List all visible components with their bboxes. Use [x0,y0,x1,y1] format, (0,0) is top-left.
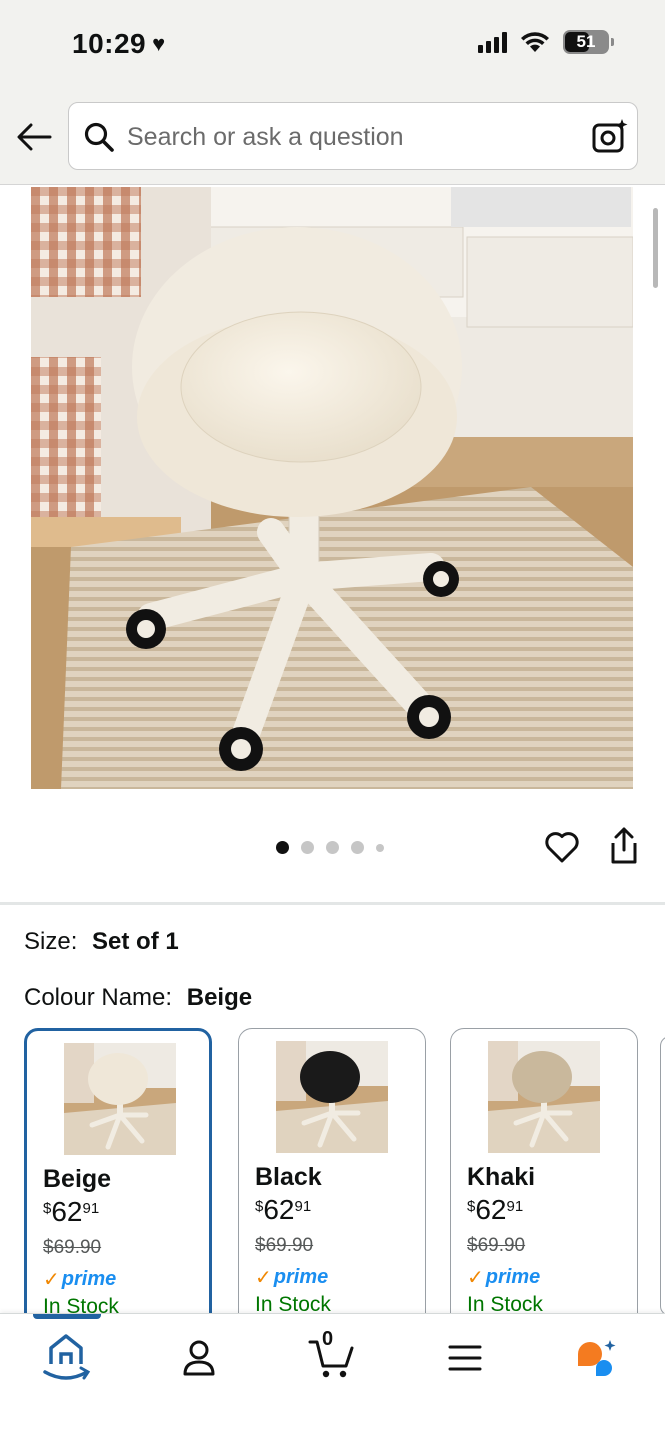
list-price: $69.90 [255,1235,314,1256]
price-currency: $ [467,1198,476,1215]
wifi-icon [521,32,549,52]
price-currency: $ [255,1198,264,1215]
prime-check-icon: ✓ [467,1267,484,1289]
camera-search-icon[interactable] [591,117,629,155]
beige-chair-thumbnail [64,1043,176,1155]
option-name: Black [255,1163,322,1191]
price-fraction: 91 [82,1200,100,1217]
section-divider [0,902,665,905]
cellular-signal-icon [478,31,507,53]
prime-check-icon: ✓ [255,1267,272,1289]
hamburger-menu-icon [448,1345,482,1371]
search-header [0,90,665,185]
prime-badge: ✓ prime [255,1266,329,1289]
cart-count: 0 [322,1328,334,1350]
bottom-navigation: 0 [0,1313,665,1440]
carousel-dot[interactable] [276,841,289,854]
carousel-dot[interactable] [351,841,364,854]
scroll-indicator [653,208,658,288]
price-currency: $ [43,1200,52,1217]
option-name: Beige [43,1165,112,1193]
clock: 10:29 [72,28,147,59]
battery-level: 51 [576,32,596,51]
price-whole: 62 [51,1196,83,1227]
product-image[interactable] [31,187,633,789]
colour-option-black[interactable]: Black $ 62 91 $69.90 ✓ prime In Stock [238,1028,426,1328]
list-price: $69.90 [43,1237,102,1258]
search-bar[interactable] [68,102,638,170]
option-price: $ 62 91 [255,1195,311,1225]
price-fraction: 91 [294,1198,312,1215]
list-price: $69.90 [467,1235,526,1256]
colour-label: Colour Name: [24,984,173,1011]
wishlist-heart-icon[interactable] [543,828,581,866]
carousel-dot[interactable] [376,843,384,852]
option-price: $ 62 91 [467,1195,523,1225]
price-fraction: 91 [506,1198,524,1215]
rufus-assistant-icon [578,1340,616,1376]
nav-cart[interactable]: 0 [302,1328,362,1388]
home-icon [43,1334,91,1380]
colour-option-beige[interactable]: Beige $ 62 91 $69.90 ✓ prime In Stock [24,1028,212,1328]
size-label: Size: [24,928,78,955]
office-chair-photo [31,187,633,789]
price-whole: 62 [263,1194,295,1225]
prime-badge: ✓ prime [467,1266,541,1289]
carousel-dot[interactable] [301,841,314,854]
prime-badge: ✓ prime [43,1268,117,1291]
search-icon [84,122,114,152]
colour-option-partial[interactable] [660,1036,665,1316]
price-whole: 62 [475,1194,507,1225]
share-icon[interactable] [606,826,642,866]
prime-check-icon: ✓ [43,1269,60,1291]
colour-option-khaki[interactable]: Khaki $ 62 91 $69.90 ✓ prime In Stock [450,1028,638,1328]
status-bar: 10:29 ♥ 51 [0,0,665,90]
search-input[interactable] [127,117,567,157]
black-chair-thumbnail [276,1041,388,1153]
nav-home[interactable] [36,1328,96,1388]
image-carousel-dots[interactable] [276,841,384,854]
size-selection: Size: Set of 1 [24,928,179,956]
nav-account[interactable] [169,1328,229,1388]
carousel-dot[interactable] [326,841,339,854]
option-price: $ 62 91 [43,1197,99,1227]
status-time: 10:29 ♥ [72,28,166,60]
nav-menu[interactable] [435,1328,495,1388]
nav-assistant[interactable] [566,1328,626,1388]
active-tab-indicator [33,1314,101,1319]
colour-selection: Colour Name: Beige [24,984,252,1012]
back-arrow-icon[interactable] [14,116,56,158]
heart-status-icon: ♥ [152,31,166,56]
battery-icon: 51 [563,30,614,54]
colour-value: Beige [186,984,253,1011]
profile-icon [183,1340,215,1376]
status-icons: 51 [478,30,614,54]
size-value: Set of 1 [92,928,179,955]
khaki-chair-thumbnail [488,1041,600,1153]
option-name: Khaki [467,1163,536,1191]
